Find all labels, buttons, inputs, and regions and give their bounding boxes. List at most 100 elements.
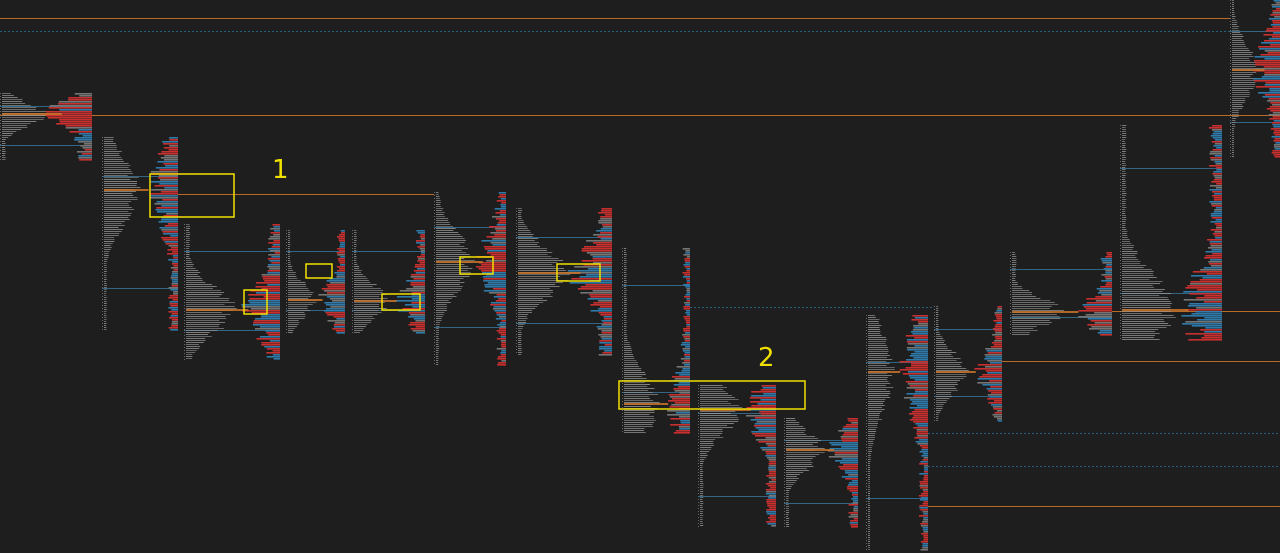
volume-bar [911,353,928,355]
tpo-row [104,153,120,154]
tpo-row [1122,145,1126,146]
tpo-row [786,488,791,489]
tpo-row [1122,315,1174,316]
tpo-row [936,360,957,361]
volume-bar [1185,321,1222,323]
chart-canvas[interactable]: 12 [0,0,1280,553]
volume-bar [904,397,928,399]
volume-bar [995,332,1002,334]
volume-bar [1104,276,1112,278]
volume-bar [994,314,1002,316]
tpo-row [624,298,627,299]
volume-bar [1204,295,1222,297]
tpo-row [1122,327,1167,328]
volume-bar [340,264,345,266]
tpo-row [288,276,297,277]
volume-bar [261,274,280,276]
tpo-row [354,272,362,273]
tpo-row [868,413,881,414]
tpo-row [624,310,627,311]
tpo-row [700,499,703,500]
tpo-row [936,380,960,381]
tpo-row [786,504,789,505]
volume-bar [1274,146,1280,148]
tpo-row [1232,154,1234,155]
volume-bar [907,339,928,341]
tpo-row [624,264,627,265]
tpo-row [1122,133,1127,134]
volume-bar [410,282,425,284]
tpo-row [624,370,642,371]
tpo-row [700,403,732,404]
volume-bar [1214,177,1222,179]
tpo-row [186,230,190,231]
market-profile-chart[interactable]: 12 [0,0,1280,553]
tpo-row [624,340,628,341]
volume-bar [336,266,345,268]
volume-bar [413,318,425,320]
tpo-row [868,315,875,316]
volume-bar [768,463,776,465]
session-11 [934,306,1002,422]
volume-bar [500,354,506,356]
volume-bar [47,117,92,119]
volume-bar [490,242,506,244]
volume-bar [1209,201,1222,203]
volume-bar [915,391,928,393]
tpo-row [700,495,704,496]
tpo-row [518,286,560,287]
volume-bar [766,501,776,503]
tpo-row [186,254,190,255]
tpo-row [868,331,881,332]
tpo-row [1232,24,1237,25]
tpo-row [1232,150,1234,151]
volume-bar [604,344,612,346]
tpo-row [1012,298,1041,299]
volume-bar [913,357,928,359]
tpo-row [2,157,6,158]
tpo-row [288,296,312,297]
tpo-row [186,242,190,243]
volume-bar [686,270,690,272]
tpo-row [186,256,190,257]
volume-bar [241,304,280,306]
volume-bar [161,205,178,207]
tpo-row [518,300,547,301]
volume-bar [851,492,858,494]
tpo-row [104,293,107,294]
volume-bar [1106,264,1112,266]
volume-bar [840,468,858,470]
volume-bar [498,196,506,198]
tpo-row [288,232,291,233]
volume-bar [74,93,92,95]
volume-bar [338,234,345,236]
tpo-row [1122,197,1126,198]
tpo-row [624,332,627,333]
volume-bar [913,395,928,397]
volume-bar [599,346,612,348]
volume-bar [919,499,928,501]
volume-bar [913,415,928,417]
volume-bar [1212,253,1222,255]
session-5 [434,192,506,366]
tpo-row [518,322,527,323]
volume-bar [844,432,858,434]
tpo-row [186,348,200,349]
tpo-row [518,354,522,355]
volume-bar [851,526,858,528]
tpo-row [868,473,870,474]
tpo-row [518,344,522,345]
tpo-row [354,312,382,313]
volume-bar [848,482,858,484]
volume-bar [496,312,506,314]
volume-bar [158,175,178,177]
volume-bar [676,366,690,368]
tpo-row [936,354,952,355]
tpo-row [518,216,522,217]
volume-bar [1205,255,1222,257]
volume-bar [592,256,612,258]
tpo-row [104,149,117,150]
volume-bar [761,385,776,387]
tpo-row [518,324,525,325]
tpo-row [104,255,109,256]
